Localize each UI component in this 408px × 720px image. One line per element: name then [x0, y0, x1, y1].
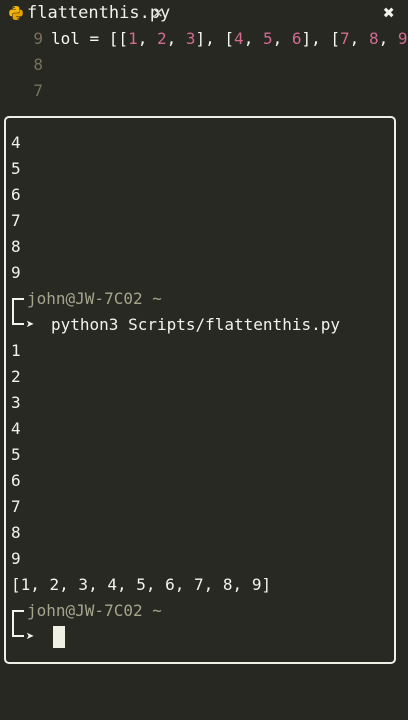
line-number: 8: [33, 55, 43, 74]
terminal-output-line: 3: [11, 393, 21, 412]
prompt-corner-top: [12, 610, 24, 623]
number-literal: 6: [291, 29, 302, 48]
code-token: ], [: [195, 29, 235, 48]
tab-bar: flattenthis.py × ✖: [0, 0, 408, 26]
code-token: ,: [137, 29, 157, 48]
terminal-output-line: 8: [11, 237, 21, 256]
number-literal: 1: [128, 29, 138, 48]
prompt-command: python3 Scripts/flattenthis.py: [51, 315, 340, 334]
prompt-corner-bottom: [12, 623, 24, 637]
tab-title: flattenthis.py: [27, 3, 171, 23]
pane-close-icon[interactable]: ✖: [379, 2, 399, 24]
code-line: 8: [0, 52, 408, 78]
line-number: 9: [33, 29, 43, 48]
terminal-panel[interactable]: 4 5 6 7 8 9 john@JW-7C02 ~ ➤ python3 Scr…: [4, 116, 396, 664]
terminal-output-line: 4: [11, 419, 21, 438]
code-token: ], [: [301, 29, 341, 48]
code-token: ,: [166, 29, 186, 48]
code-line: 9 lol = [[1, 2, 3], [4, 5, 6], [7, 8, 9]…: [0, 26, 408, 52]
terminal-output-line: 8: [11, 523, 21, 542]
terminal-output-line: 5: [11, 445, 21, 464]
prompt-corner-top: [12, 298, 24, 311]
terminal-cursor[interactable]: [53, 626, 65, 648]
code-token: ,: [349, 29, 369, 48]
number-literal: 8: [368, 29, 379, 48]
prompt-arrow-icon: ➤: [26, 629, 35, 645]
terminal-output-line: 7: [11, 211, 21, 230]
code-editor[interactable]: 9 lol = [[1, 2, 3], [4, 5, 6], [7, 8, 9]…: [0, 26, 408, 114]
number-literal: 3: [185, 29, 196, 48]
prompt-user-host: john@JW-7C02 ~: [27, 289, 162, 308]
code-token: ,: [272, 29, 292, 48]
terminal-output-line: 7: [11, 497, 21, 516]
code-line: 7: [0, 78, 408, 104]
terminal-output-line: 6: [11, 471, 21, 490]
line-number: 7: [33, 81, 43, 100]
number-literal: 2: [156, 29, 167, 48]
python-icon: [9, 6, 23, 20]
code-token: lol = [[: [51, 29, 129, 48]
number-literal: 5: [262, 29, 273, 48]
code-token: ,: [378, 29, 398, 48]
terminal-output-line: 4: [11, 133, 21, 152]
terminal-output-line: 2: [11, 367, 21, 386]
terminal-output-line: 5: [11, 159, 21, 178]
terminal-output-line: 6: [11, 185, 21, 204]
prompt-user-host: john@JW-7C02 ~: [27, 601, 162, 620]
prompt-arrow-icon: ➤: [26, 317, 35, 333]
terminal-output-line: 9: [11, 549, 21, 568]
terminal-output-line: [1, 2, 3, 4, 5, 6, 7, 8, 9]: [11, 575, 272, 594]
tab-flattenthis[interactable]: flattenthis.py ×: [0, 0, 170, 26]
terminal-output-line: 1: [11, 341, 21, 360]
terminal-output-line: 9: [11, 263, 21, 282]
number-literal: 4: [234, 29, 244, 48]
code-token: ,: [243, 29, 263, 48]
prompt-corner-bottom: [12, 311, 24, 325]
tab-close-icon[interactable]: ×: [150, 2, 166, 24]
code-text: lol = [[1, 2, 3], [4, 5, 6], [7, 8, 9]]: [51, 26, 408, 52]
number-literal: 7: [340, 29, 350, 48]
app-window: flattenthis.py × ✖ 9 lol = [[1, 2, 3], […: [0, 0, 408, 720]
